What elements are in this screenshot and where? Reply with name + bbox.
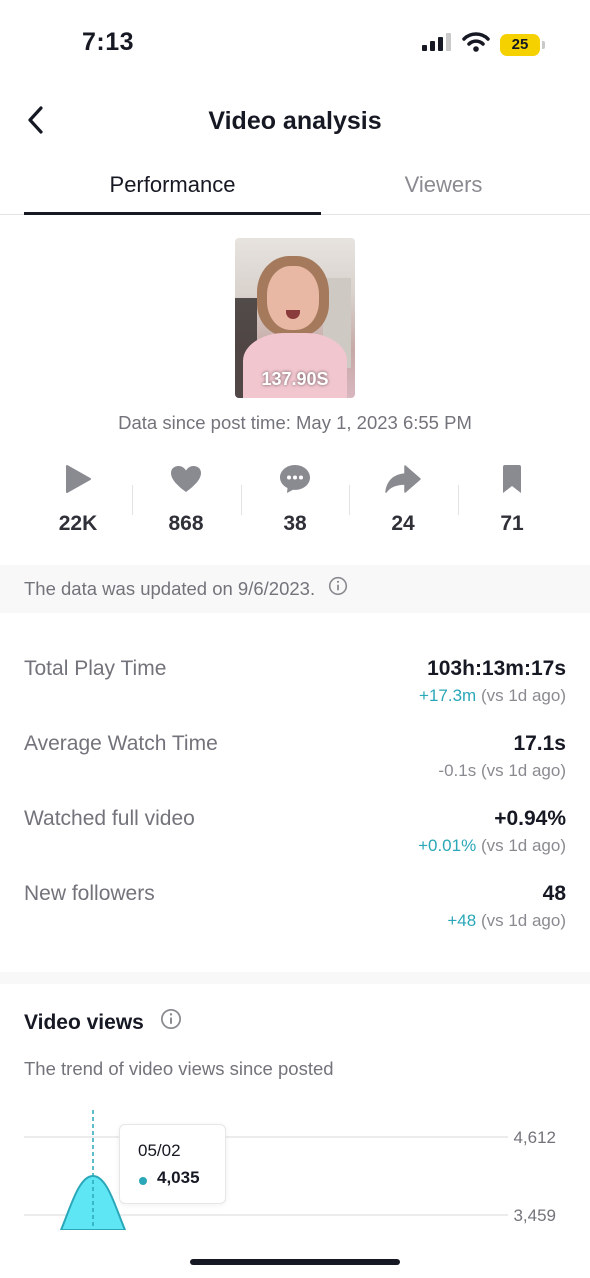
metric-compare: (vs 1d ago) [480,836,566,855]
y-tick-label: 4,612 [513,1128,556,1147]
section-title-text: Video views [24,1011,144,1035]
metric-label: Average Watch Time [24,732,218,755]
page-title: Video analysis [208,107,382,135]
video-thumbnail[interactable]: 137.90S [235,238,355,398]
tooltip-value: 4,035 [157,1168,200,1187]
y-tick-label: 3,459 [513,1206,556,1225]
nav-bar: Video analysis [0,95,590,150]
metric-change: +48 (vs 1d ago) [447,911,566,931]
share-icon [349,460,457,498]
signal-icon [422,33,452,56]
video-views-chart[interactable]: 4,612 3,459 [0,1110,590,1230]
stat-value: 71 [500,512,524,535]
post-time: Data since post time: May 1, 2023 6:55 P… [118,412,472,433]
series-dot [139,1177,147,1185]
metric-average-watch-time: Average Watch Time 17.1s -0.1s (vs 1d ag… [24,730,566,790]
stat-value: 24 [391,512,415,535]
metric-watched-full-video: Watched full video +0.94% +0.01% (vs 1d … [24,805,566,865]
tab-viewers[interactable]: Viewers [321,172,566,198]
stat-comments: 38 [241,460,349,540]
metric-value: 48 [542,882,566,905]
section-divider [0,972,590,984]
video-views-title: Video views [24,1008,182,1036]
metric-change: +17.3m (vs 1d ago) [419,686,566,706]
metric-delta: -0.1s [438,761,477,780]
metric-value: 103h:13m:17s [427,657,566,680]
stat-value: 38 [283,512,307,535]
metric-label: New followers [24,882,155,905]
metric-compare: (vs 1d ago) [480,761,566,780]
engagement-stats: 22K 868 38 24 71 [24,460,566,540]
status-icons: 25 [422,32,545,57]
metric-label: Watched full video [24,807,195,830]
metric-change: +0.01% (vs 1d ago) [418,836,566,856]
metric-label: Total Play Time [24,657,167,680]
stat-shares: 24 [349,460,457,540]
info-icon[interactable] [328,576,348,601]
notice-text: The data was updated on 9/6/2023. [24,578,316,599]
metric-delta: +17.3m [419,686,477,705]
stat-saves: 71 [458,460,566,540]
metric-value: +0.94% [494,807,566,830]
wifi-icon [462,32,490,57]
thumbnail-overlay-text: 137.90S [261,369,329,389]
metric-delta: +0.01% [418,836,477,855]
chart-tooltip: 05/02 4,035 [119,1124,226,1204]
play-icon [24,460,132,498]
battery-icon: 25 [500,33,545,56]
video-views-description: The trend of video views since posted [24,1058,334,1079]
home-indicator[interactable] [190,1259,400,1265]
info-icon[interactable] [160,1008,182,1036]
comment-icon [241,460,349,498]
metric-new-followers: New followers 48 +48 (vs 1d ago) [24,880,566,940]
metric-change: -0.1s (vs 1d ago) [438,761,566,781]
metric-value: 17.1s [513,732,566,755]
metric-compare: (vs 1d ago) [480,686,566,705]
bookmark-icon [458,460,566,498]
status-time: 7:13 [82,28,135,56]
metric-compare: (vs 1d ago) [480,911,566,930]
tab-performance[interactable]: Performance [24,172,321,198]
stat-likes: 868 [132,460,240,540]
stat-value: 868 [168,512,204,535]
stat-views: 22K [24,460,132,540]
tooltip-date: 05/02 [138,1141,181,1160]
stat-value: 22K [58,512,98,535]
data-updated-notice: The data was updated on 9/6/2023. [0,565,590,613]
metric-total-play-time: Total Play Time 103h:13m:17s +17.3m (vs … [24,655,566,715]
heart-icon [132,460,240,498]
status-bar: 7:13 25 [0,0,590,90]
tab-bar: Performance Viewers [0,160,590,215]
metric-delta: +48 [447,911,477,930]
active-tab-indicator [24,212,321,215]
